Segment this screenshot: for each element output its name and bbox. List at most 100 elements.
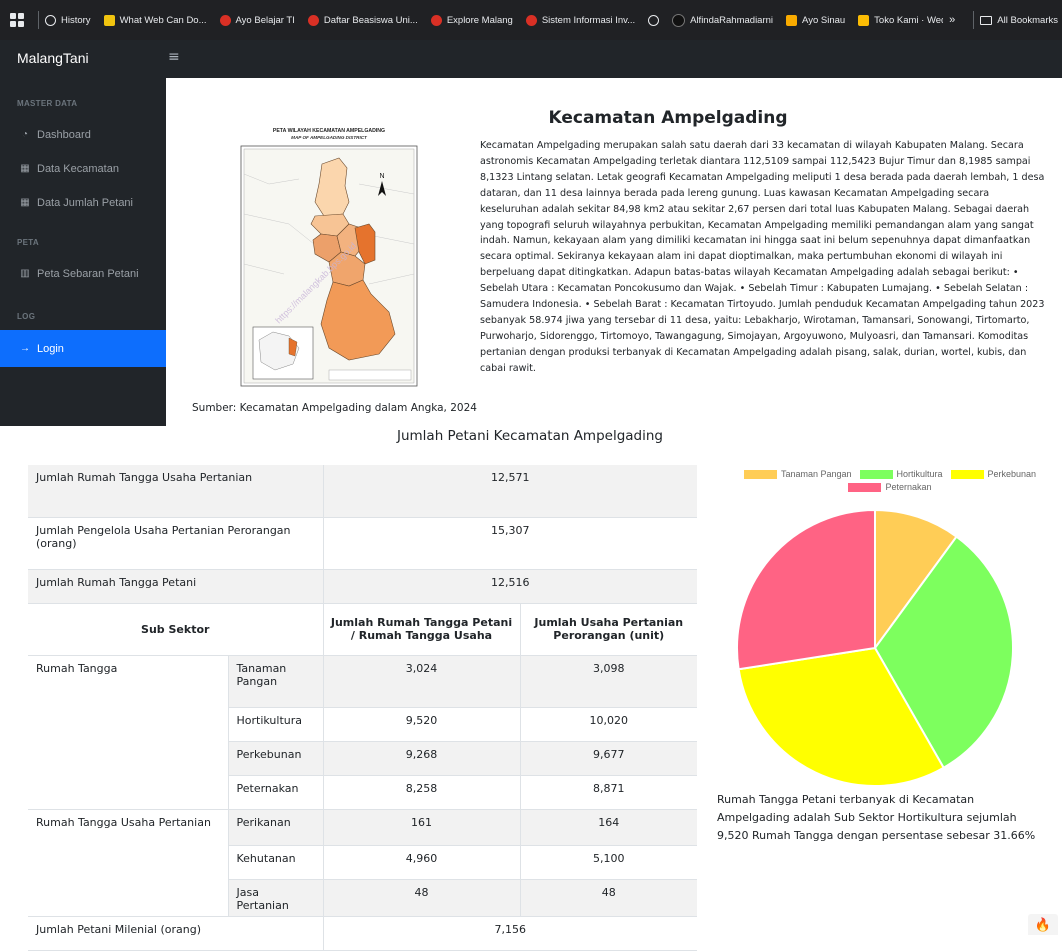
sidebar-item-login[interactable]: → Login <box>0 330 166 367</box>
bookmark-history[interactable]: History <box>45 14 91 26</box>
table-row: Jumlah Rumah Tangga Petani 12,516 <box>28 569 697 604</box>
usaha-cell: 3,098 <box>520 655 697 708</box>
legend-item-peternakan[interactable]: Peternakan <box>848 482 932 492</box>
legend-item-hortikultura[interactable]: Hortikultura <box>859 469 943 479</box>
table-icon: ▦ <box>20 197 30 208</box>
top-navbar: MalangTani ≡ <box>0 40 1062 78</box>
sub-sektor-cell: Perikanan <box>228 809 324 846</box>
page-title: Kecamatan Ampelgading <box>548 108 788 129</box>
header-jumlah-usaha: Jumlah Usaha Pertanian Perorangan (unit) <box>520 603 697 656</box>
usaha-cell: 9,677 <box>520 741 697 776</box>
rtp-cell: 161 <box>323 809 521 846</box>
red-dot-icon <box>219 14 231 26</box>
summary-label: Jumlah Rumah Tangga Petani <box>28 569 324 604</box>
sub-sektor-cell: Perkebunan <box>228 741 324 776</box>
summary-label: Jumlah Pengelola Usaha Pertanian Peroran… <box>28 517 324 570</box>
legend-swatch <box>743 469 777 479</box>
sidebar-item-data-jumlah-petani[interactable]: ▦ Data Jumlah Petani <box>0 184 166 221</box>
sidebar-item-data-kecamatan[interactable]: ▦ Data Kecamatan <box>0 150 166 187</box>
bookmarks-right-group: » All Bookmarks <box>943 0 1062 40</box>
map-icon: ▥ <box>20 268 30 279</box>
sidebar-heading-peta: PETA <box>17 238 39 247</box>
book-icon <box>786 14 798 26</box>
folder-icon <box>980 15 993 25</box>
legend-row: Tanaman Pangan Hortikultura Perkebunan <box>718 469 1062 479</box>
pie-chart <box>736 508 1014 787</box>
bookmark-globe[interactable] <box>648 14 660 26</box>
brand-logo[interactable]: MalangTani <box>17 50 89 66</box>
bookmark-what-web-can-do[interactable]: What Web Can Do... <box>103 14 207 26</box>
fire-icon[interactable]: 🔥 <box>1028 914 1058 935</box>
table-row: Jumlah Petani Milenial (orang) 7,156 <box>28 916 697 951</box>
sidebar-item-peta-sebaran-petani[interactable]: ▥ Peta Sebaran Petani <box>0 255 166 292</box>
sidebar-item-label: Peta Sebaran Petani <box>37 267 139 280</box>
usaha-cell: 10,020 <box>520 707 697 742</box>
usaha-cell: 48 <box>520 879 697 917</box>
bookmarks-separator <box>38 11 39 29</box>
sub-sektor-cell: Jasa Pertanian <box>228 879 324 917</box>
table-icon: ▦ <box>20 163 30 174</box>
bookmarks-separator <box>973 11 975 29</box>
legend-item-perkebunan[interactable]: Perkebunan <box>950 469 1036 479</box>
map-subtitle: MAP OF AMPELGADING DISTRICT <box>291 135 368 140</box>
red-dot-icon <box>307 14 319 26</box>
map-title: PETA WILAYAH KECAMATAN AMPELGADING <box>273 128 385 134</box>
sidebar-heading-master-data: MASTER DATA <box>17 99 78 108</box>
apps-grid-icon[interactable] <box>10 13 24 27</box>
rtp-cell: 4,960 <box>323 845 521 880</box>
table-row: Rumah Tangga Usaha Pertanian Perikanan 1… <box>28 809 697 917</box>
menu-toggle-icon[interactable]: ≡ <box>168 49 180 65</box>
legend-row: Peternakan <box>718 482 1062 492</box>
sidebar-item-label: Data Jumlah Petani <box>37 196 133 209</box>
chart-legend: Tanaman Pangan Hortikultura Perkebunan P… <box>718 469 1062 495</box>
shop-icon <box>858 14 870 26</box>
rtp-cell: 9,520 <box>323 707 521 742</box>
table-row: Rumah Tangga Tanaman Pangan 3,024 3,098 <box>28 655 697 810</box>
bookmark-explore-malang[interactable]: Explore Malang <box>430 14 513 26</box>
sidebar: MASTER DATA ◔ Dashboard ▦ Data Kecamatan… <box>0 78 166 426</box>
more-bookmarks-button[interactable]: » <box>949 14 955 26</box>
usaha-cell: 164 <box>520 809 697 846</box>
legend-swatch <box>848 482 882 492</box>
bookmark-github[interactable]: AlfindaRahmadiarni <box>672 13 773 27</box>
map-legend-box <box>328 369 412 381</box>
page-icon <box>103 14 115 26</box>
sub-sektor-cell: Peternakan <box>228 775 324 810</box>
table-header-row: Sub Sektor Jumlah Rumah Tangga Petani / … <box>28 603 697 656</box>
sub-sektor-cell: Tanaman Pangan <box>228 655 324 708</box>
bookmark-daftar-beasiswa[interactable]: Daftar Beasiswa Uni... <box>307 14 418 26</box>
summary-label: Jumlah Rumah Tangga Usaha Pertanian <box>28 465 324 518</box>
chart-summary-text: Rumah Tangga Petani terbanyak di Kecamat… <box>717 793 1036 842</box>
bookmark-ayo-sinau[interactable]: Ayo Sinau <box>786 14 845 26</box>
milenial-value: 7,156 <box>323 916 697 951</box>
sub-sektor-cell: Kehutanan <box>228 845 324 880</box>
sidebar-item-label: Login <box>37 342 64 355</box>
header-sub-sektor: Sub Sektor <box>28 603 324 656</box>
sidebar-heading-log: LOG <box>17 312 36 321</box>
bookmark-ayo-belajar-ti[interactable]: Ayo Belajar TI <box>219 14 295 26</box>
map-caption: Sumber: Kecamatan Ampelgading dalam Angk… <box>192 402 477 414</box>
sidebar-item-dashboard[interactable]: ◔ Dashboard <box>0 116 166 153</box>
stats-table: Jumlah Rumah Tangga Usaha Pertanian 12,5… <box>28 465 697 951</box>
red-dot-icon <box>525 14 537 26</box>
globe-icon <box>648 14 660 26</box>
intro-paragraph: Kecamatan Ampelgading merupakan salah sa… <box>480 140 1045 374</box>
pie-slice-peternakan[interactable] <box>736 508 876 671</box>
rtp-cell: 8,258 <box>323 775 521 810</box>
dashboard-icon: ◔ <box>21 129 29 140</box>
rtp-cell: 3,024 <box>323 655 521 708</box>
milenial-label: Jumlah Petani Milenial (orang) <box>28 916 324 951</box>
all-bookmarks-button[interactable]: All Bookmarks <box>980 15 1058 26</box>
sub-sektor-cell: Hortikultura <box>228 707 324 742</box>
legend-swatch <box>859 469 893 479</box>
arrow-right-icon: → <box>20 343 30 354</box>
group-label: Rumah Tangga Usaha Pertanian <box>28 809 229 917</box>
rtp-cell: 48 <box>323 879 521 917</box>
legend-item-tanaman-pangan[interactable]: Tanaman Pangan <box>743 469 852 479</box>
sidebar-item-label: Dashboard <box>37 128 91 141</box>
bookmark-sistem-informasi[interactable]: Sistem Informasi Inv... <box>525 14 635 26</box>
legend-swatch <box>950 469 984 479</box>
group-label: Rumah Tangga <box>28 655 229 810</box>
north-label: N <box>379 173 384 180</box>
usaha-cell: 5,100 <box>520 845 697 880</box>
